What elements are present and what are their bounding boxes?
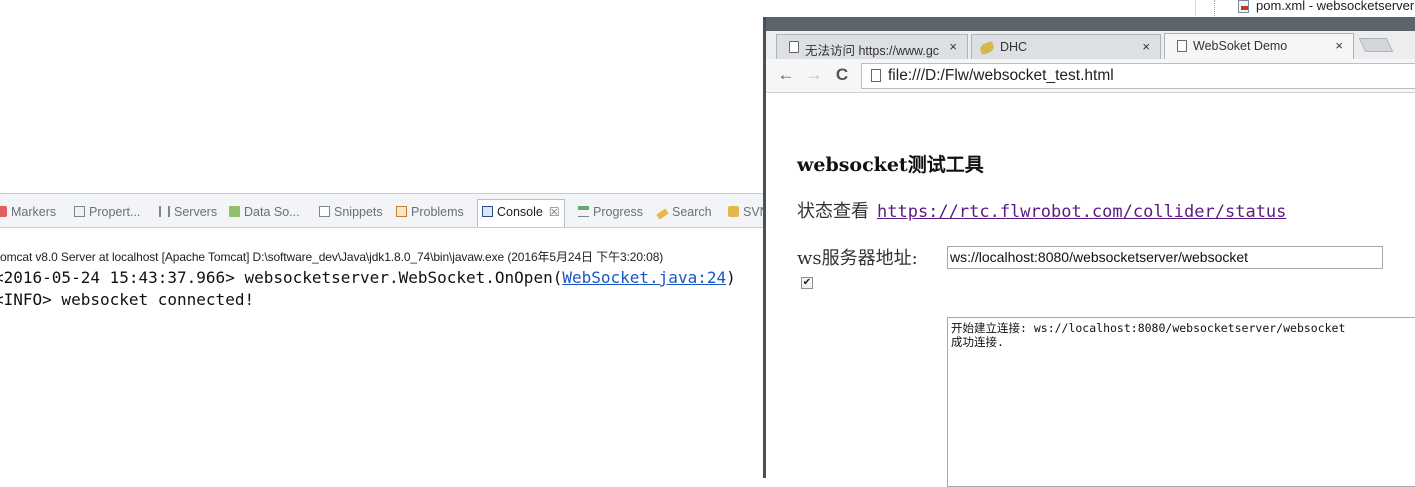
url-text: file:///D:/Flw/websocket_test.html [888,67,1114,84]
forward-button[interactable]: → [804,65,824,85]
page-icon [1177,40,1187,52]
svn-icon [728,206,739,217]
tab-progress[interactable]: Progress [578,202,643,222]
tab-strip: 无法访问 https://www.gc × DHC × WebSoket Dem… [766,31,1415,60]
browser-toolbar: ← → C file:///D:/Flw/websocket_test.html [766,59,1415,93]
log-text: ) [726,268,736,287]
tab-title: WebSoket Demo [1193,39,1288,53]
tab-title: 无法访问 https://www.gc [805,44,940,58]
tab-label: Markers [11,205,57,219]
tab-label: Propert... [89,205,141,219]
tab-label: Console [497,205,543,219]
tab-servers[interactable]: Servers [159,202,217,222]
browser-window: 无法访问 https://www.gc × DHC × WebSoket Dem… [763,17,1415,487]
tab-label: Servers [174,205,218,219]
checkbox[interactable]: ✔ [801,277,813,289]
address-bar[interactable]: file:///D:/Flw/websocket_test.html [861,63,1415,89]
log-textarea[interactable]: 开始建立连接: ws://localhost:8080/websocketser… [947,317,1415,487]
status-row: 状态查看 https://rtc.flwrobot.com/collider/st… [797,197,1286,223]
problems-icon [396,206,407,217]
tab-markers[interactable]: Markers [0,202,56,222]
tab-label: Snippets [334,205,383,219]
servers-icon [159,206,170,217]
tab-label: Problems [411,205,464,219]
tab-cannot-access[interactable]: 无法访问 https://www.gc × [776,34,968,60]
page-icon [871,69,881,82]
ws-url-input[interactable]: ws://localhost:8080/websocketserver/webs… [947,246,1383,269]
close-icon[interactable]: × [1142,39,1150,54]
page-title: websocket测试工具 [797,154,984,176]
close-icon[interactable]: × [1335,38,1343,53]
console-view: omcat v8.0 Server at localhost [Apache T… [0,228,765,478]
tab-properties[interactable]: Propert... [74,202,140,222]
ws-server-label: ws服务器地址: [797,248,918,269]
stack-trace-link[interactable]: WebSocket.java:24 [562,268,726,287]
tab-title: DHC [1000,40,1028,54]
tab-search[interactable]: Search [656,202,712,222]
tree-item-pom[interactable]: pom.xml - websocketserver [1256,0,1414,13]
tab-websoket-demo[interactable]: WebSoket Demo × [1164,33,1354,60]
page-icon [789,41,799,53]
tab-label: Progress [593,205,644,219]
xml-file-icon [1238,0,1249,13]
data-source-icon [229,206,240,217]
close-icon[interactable]: × [949,39,957,54]
search-icon [656,208,669,220]
status-link[interactable]: https://rtc.flwrobot.com/collider/status [877,202,1286,222]
close-icon[interactable]: ☒ [549,205,560,219]
markers-icon [0,206,7,217]
console-log-line: <2016-05-24 15:43:37.966> websocketserve… [0,268,736,287]
editor-area [0,0,765,193]
status-label: 状态查看 [797,201,869,222]
tab-label: Data So... [244,205,300,219]
window-frame [766,17,1415,31]
tab-data-source[interactable]: Data So... [229,202,300,222]
page-viewport: websocket测试工具 状态查看 https://rtc.flwrobot.c… [766,93,1415,487]
tab-dhc[interactable]: DHC × [971,34,1161,60]
console-log-line: <INFO> websocket connected! [0,290,255,309]
tab-snippets[interactable]: Snippets [319,202,383,222]
package-explorer-tree: pom.xml - websocketserver [1195,0,1415,16]
console-process-header: omcat v8.0 Server at localhost [Apache T… [0,250,664,264]
reload-button[interactable]: C [832,65,852,85]
new-tab-button[interactable] [1358,38,1394,52]
console-icon [482,206,493,217]
tree-guide-line [1214,0,1215,16]
log-text: <2016-05-24 15:43:37.966> websocketserve… [0,268,563,287]
dhc-icon [978,40,996,56]
back-button[interactable]: ← [776,65,796,85]
tab-label: Search [672,205,712,219]
progress-icon [578,206,589,217]
tab-console[interactable]: Console ☒ [477,199,565,227]
properties-icon [74,206,85,217]
tab-problems[interactable]: Problems [396,202,464,222]
views-tab-bar: Markers Propert... Servers Data So... Sn… [0,193,769,228]
snippets-icon [319,206,330,217]
